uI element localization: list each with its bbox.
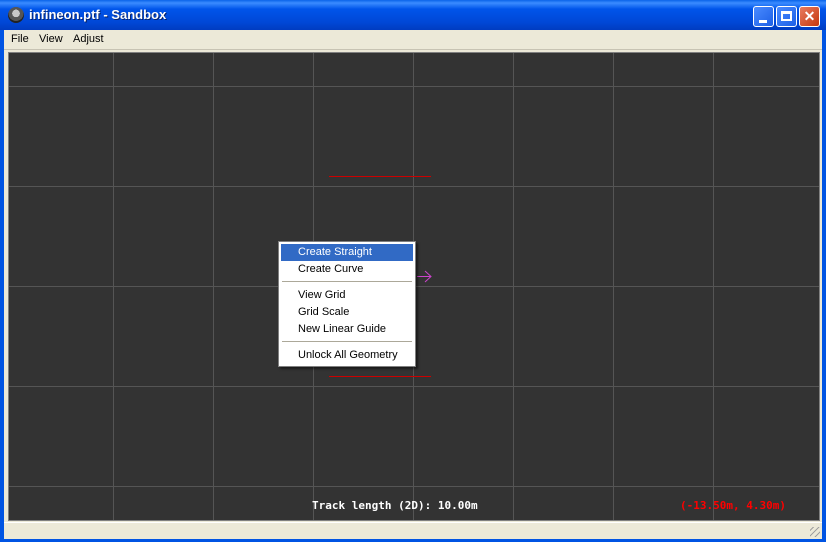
cursor-coordinates: (-13.50m, 4.30m) (680, 499, 786, 512)
direction-arrow-icon (417, 270, 432, 283)
window-title: infineon.ptf - Sandbox (29, 7, 167, 22)
maximize-icon (781, 11, 792, 21)
ctx-view-grid[interactable]: View Grid (281, 287, 413, 304)
ctx-separator (282, 281, 412, 282)
resize-grip-icon[interactable] (810, 527, 820, 537)
ctx-create-curve[interactable]: Create Curve (281, 261, 413, 278)
ctx-separator (282, 341, 412, 342)
menu-file[interactable]: File (11, 33, 29, 45)
menu-adjust[interactable]: Adjust (73, 33, 104, 45)
context-menu: Create Straight Create Curve View Grid G… (278, 241, 416, 367)
app-icon[interactable] (8, 7, 24, 23)
title-bar[interactable]: infineon.ptf - Sandbox ✕ (0, 0, 826, 30)
ctx-unlock-all-geometry[interactable]: Unlock All Geometry (281, 347, 413, 364)
close-button[interactable]: ✕ (799, 6, 820, 27)
minimize-button[interactable] (753, 6, 774, 27)
ctx-grid-scale[interactable]: Grid Scale (281, 304, 413, 321)
maximize-button[interactable] (776, 6, 797, 27)
ctx-create-straight[interactable]: Create Straight (281, 244, 413, 261)
track-length-label: Track length (2D): 10.00m (312, 499, 478, 512)
app-window: infineon.ptf - Sandbox ✕ File View Adjus… (0, 0, 826, 542)
status-bar (4, 522, 822, 539)
menu-view[interactable]: View (39, 33, 63, 45)
menu-bar: File View Adjust (4, 30, 822, 50)
minimize-icon (759, 20, 767, 23)
ctx-new-linear-guide[interactable]: New Linear Guide (281, 321, 413, 338)
close-icon: ✕ (803, 8, 816, 24)
